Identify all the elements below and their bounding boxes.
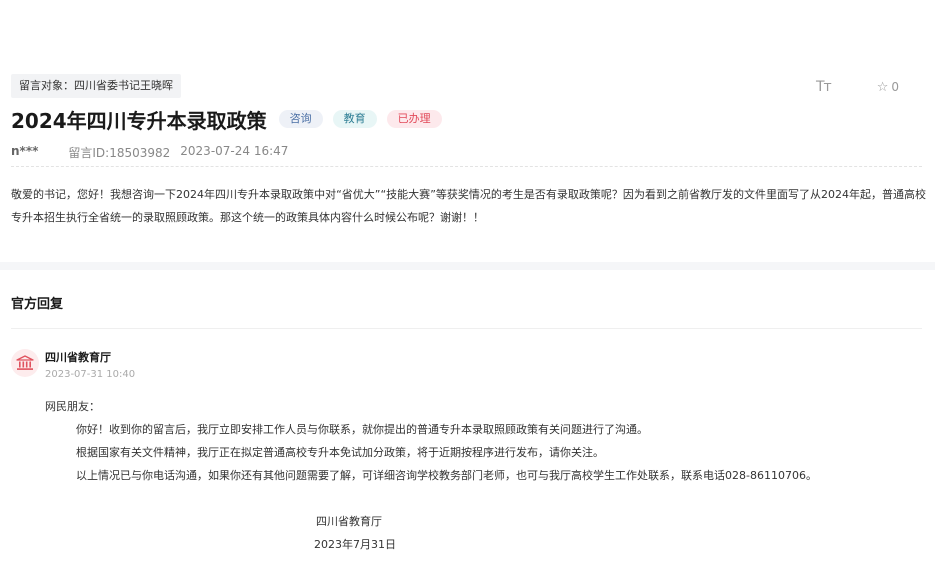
divider (11, 328, 922, 329)
reply-section-title: 官方回复 (11, 297, 64, 312)
message-date: 2023-07-24 16:47 (180, 144, 289, 158)
section-gap (0, 262, 935, 270)
message-target-tag: 留言对象：四川省委书记王晓晖 (11, 74, 181, 98)
reply-paragraph: 以上情况已与你电话沟通，如果你还有其他问题需要了解，可详细咨询学校教务部门老师，… (76, 469, 817, 482)
reply-paragraph: 根据国家有关文件精神，我厅正在拟定普通高校专升本免试加分政策，将于近期按程序进行… (76, 446, 604, 459)
message-detail-page: 留言对象：四川省委书记王晓晖 Tт ☆ 0 2024年四川专升本录取政策 咨询 … (0, 0, 935, 573)
favorite-count: 0 (891, 80, 899, 94)
message-content: 敬爱的书记，您好！我想咨询一下2024年四川专升本录取政策中对“省优大”“技能大… (11, 188, 926, 224)
title-row: 2024年四川专升本录取政策 咨询 教育 已办理 (11, 104, 442, 134)
field-badge: 教育 (332, 110, 377, 128)
reply-time: 2023-07-31 10:40 (45, 369, 136, 380)
message-meta: n*** 留言ID:18503982 2023-07-24 16:47 (11, 144, 288, 161)
divider (11, 166, 922, 167)
reply-org-name: 四川省教育厅 (45, 351, 111, 364)
font-size-icon[interactable]: Tт (816, 79, 832, 95)
message-id: 留言ID:18503982 (68, 146, 171, 160)
reply-paragraph: 你好！收到你的留言后，我厅立即安排工作人员与你联系，就你提出的普通专升本录取照顾… (76, 423, 648, 436)
reply-greeting: 网民朋友： (45, 400, 100, 413)
signature-org: 四川省教育厅 (316, 515, 382, 528)
author-name: n*** (11, 144, 39, 158)
message-title: 2024年四川专升本录取政策 (11, 108, 267, 133)
toolbar: Tт ☆ 0 (816, 79, 899, 95)
star-icon: ☆ (876, 79, 889, 95)
message-section: 留言对象：四川省委书记王晓晖 Tт ☆ 0 2024年四川专升本录取政策 咨询 … (0, 0, 935, 262)
favorite-button[interactable]: ☆ 0 (877, 80, 899, 95)
government-building-icon (11, 349, 39, 377)
signature-date: 2023年7月31日 (314, 538, 396, 551)
status-badge: 已办理 (386, 110, 442, 128)
category-badge: 咨询 (278, 110, 323, 128)
